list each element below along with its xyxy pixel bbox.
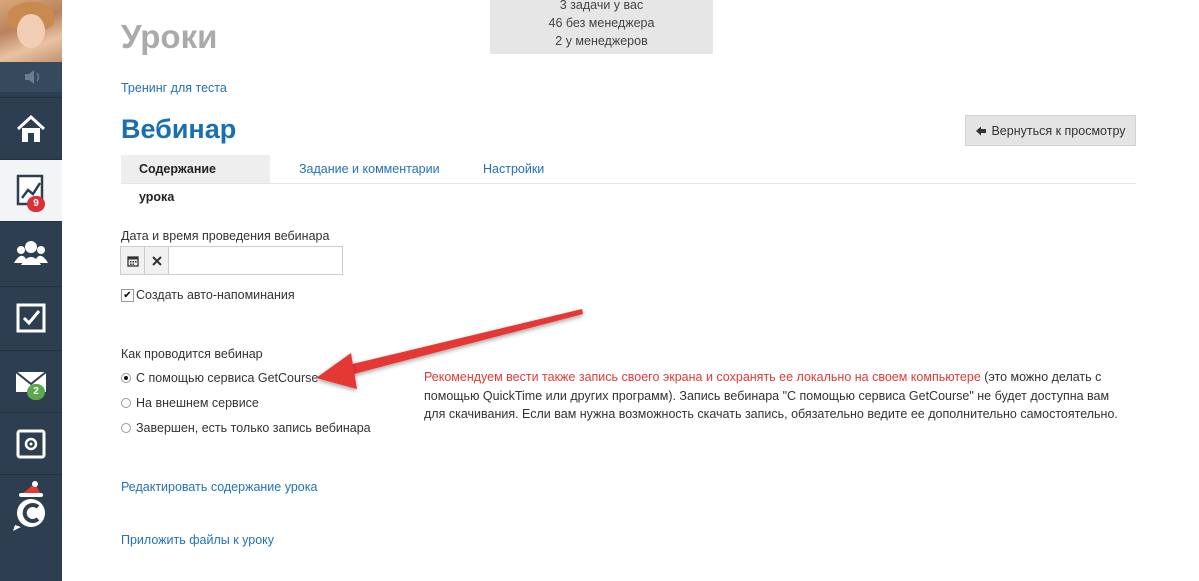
arrow-left-icon: [976, 126, 987, 135]
calendar-button[interactable]: [121, 247, 145, 274]
auto-reminder-checkbox[interactable]: ✔: [121, 289, 134, 302]
clear-date-button[interactable]: [145, 247, 169, 274]
attach-files-link[interactable]: Приложить файлы к уроку: [121, 533, 274, 547]
datetime-label: Дата и время проведения вебинара: [121, 229, 330, 243]
recording-note: Рекомендуем вести также запись своего эк…: [424, 368, 1124, 424]
sidebar-item-home[interactable]: [0, 97, 62, 159]
sidebar-item-users[interactable]: [0, 221, 62, 283]
checkbox-icon: [16, 303, 46, 332]
getcourse-logo-icon: [13, 480, 46, 531]
avatar[interactable]: [0, 0, 62, 62]
datetime-input[interactable]: [169, 247, 342, 274]
edit-content-link[interactable]: Редактировать содержание урока: [121, 480, 317, 494]
radio-external[interactable]: [121, 398, 131, 408]
sidebar-item-safe[interactable]: [0, 412, 62, 474]
tab-settings[interactable]: Настройки: [465, 155, 562, 183]
home-icon: [16, 114, 46, 142]
back-to-view-button[interactable]: Вернуться к просмотру: [965, 115, 1136, 146]
sidebar-item-analytics[interactable]: 9: [0, 159, 62, 221]
option-getcourse-label: С помощью сервиса GetCourse: [136, 371, 319, 385]
datetime-picker: [120, 246, 343, 275]
analytics-badge: 9: [27, 196, 45, 212]
recording-warning: Рекомендуем вести также запись своего эк…: [424, 370, 981, 384]
safe-icon: [16, 429, 46, 458]
lesson-title: Вебинар: [121, 114, 237, 144]
tasks-yours[interactable]: 3 задачи у вас: [490, 0, 713, 14]
sidebar: 9 2: [0, 0, 62, 581]
radio-finished[interactable]: [121, 423, 131, 433]
speaker-icon: [25, 70, 40, 84]
tasks-unassigned[interactable]: 46 без менеджера: [490, 14, 713, 32]
back-button-label: Вернуться к просмотру: [991, 123, 1126, 138]
auto-reminder-label: Создать авто-напоминания: [136, 288, 295, 302]
sidebar-item-tasks[interactable]: [0, 286, 62, 348]
lesson-tabs: Содержание урока Задание и комментарии Н…: [121, 155, 1136, 204]
calendar-icon: [126, 255, 139, 267]
page-title: Уроки: [121, 18, 218, 55]
breadcrumb-training[interactable]: Тренинг для теста: [121, 81, 227, 95]
radio-getcourse[interactable]: [121, 373, 131, 383]
close-icon: [151, 255, 162, 266]
webinar-mode-label: Как проводится вебинар: [121, 347, 263, 361]
tab-assignment[interactable]: Задание и комментарии: [281, 155, 458, 183]
sidebar-item-messages[interactable]: 2: [0, 350, 62, 412]
option-external-label: На внешнем сервисе: [136, 396, 259, 410]
task-summary-box: 3 задачи у вас 46 без менеджера 2 у мене…: [490, 0, 713, 54]
option-finished-label: Завершен, есть только запись вебинара: [136, 421, 371, 435]
messages-badge: 2: [27, 384, 45, 400]
sidebar-item-getcourse[interactable]: [0, 474, 62, 536]
users-icon: [14, 240, 48, 265]
sound-toggle[interactable]: [0, 62, 62, 92]
tasks-managers[interactable]: 2 у менеджеров: [490, 32, 713, 50]
tab-content[interactable]: Содержание урока: [121, 155, 270, 204]
